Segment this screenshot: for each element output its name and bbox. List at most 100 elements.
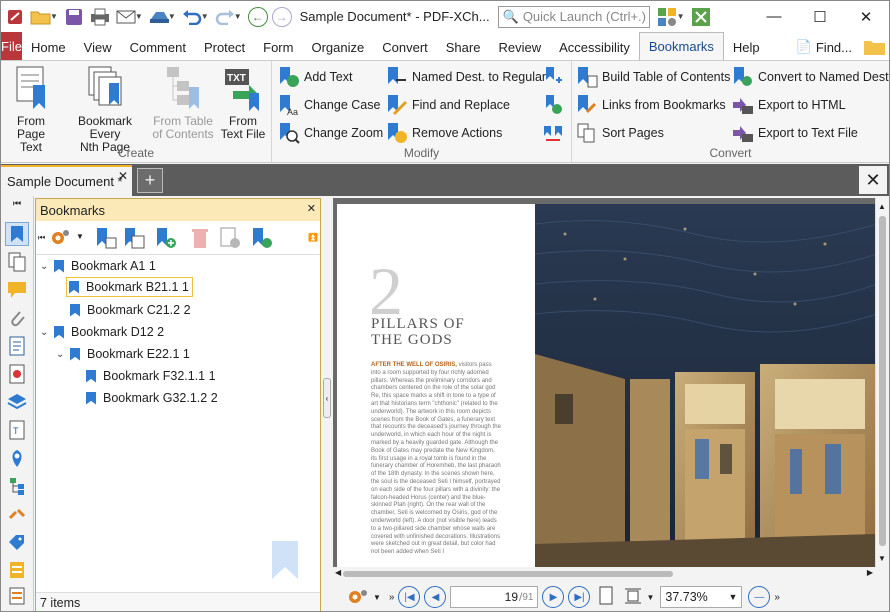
chevron-down-icon[interactable]: ⌄ — [56, 349, 70, 360]
last-page-button[interactable]: ▶| — [568, 586, 591, 608]
scroll-left-icon[interactable]: ◀ — [335, 568, 341, 577]
tree-item[interactable]: ⌄ Bookmark E22.1 1 — [56, 344, 190, 364]
order-pane-icon[interactable] — [5, 558, 29, 582]
close-document-icon[interactable]: ✕ — [859, 166, 887, 194]
chevron-down-icon[interactable]: ▼ — [135, 12, 143, 21]
thumbnails-pane-icon[interactable] — [5, 250, 29, 274]
find-replace-button[interactable]: Find and Replace — [386, 93, 510, 117]
destinations-pane-icon[interactable] — [5, 446, 29, 470]
options-gear-icon[interactable] — [48, 226, 72, 250]
tags-pane-icon[interactable]: T — [5, 418, 29, 442]
tab-review[interactable]: Review — [489, 34, 550, 60]
change-case-button[interactable]: Aa Change Case — [278, 93, 380, 117]
tab-home[interactable]: Home — [22, 34, 75, 60]
tab-accessibility[interactable]: Accessibility — [550, 34, 639, 60]
next-page-button[interactable]: ▶ — [542, 586, 565, 608]
signatures-pane-icon[interactable] — [5, 362, 29, 386]
links-from-bookmarks-button[interactable]: Links from Bookmarks — [576, 93, 726, 117]
double-chevron-icon[interactable]: » — [389, 592, 395, 603]
from-toc-button[interactable]: From Table of Contents — [151, 65, 215, 141]
forward-icon[interactable]: → — [271, 6, 292, 27]
tab-protect[interactable]: Protect — [195, 34, 254, 60]
tab-bookmarks[interactable]: Bookmarks — [638, 32, 724, 60]
sync-bookmark-icon[interactable] — [250, 226, 274, 250]
content-pane-icon[interactable] — [5, 334, 29, 358]
panel-splitter[interactable]: ‹ — [321, 198, 333, 611]
tab-help[interactable]: Help — [724, 34, 769, 60]
convert-named-button[interactable]: Convert to Named Dest. — [732, 65, 889, 89]
bookmark-every-nth-button[interactable]: Bookmark Every Nth Page — [61, 65, 149, 154]
vertical-scrollbar[interactable]: ▲ ▼ — [875, 198, 889, 567]
layers-pane-icon[interactable] — [5, 390, 29, 414]
toolbar-overflow-icon[interactable]: ⏫ — [308, 233, 318, 242]
add-bookmark-icon[interactable] — [154, 226, 178, 250]
build-toc-button[interactable]: Build Table of Contents — [576, 65, 730, 89]
chevron-down-icon[interactable]: ⌄ — [40, 327, 54, 338]
sidebar-collapse-icon[interactable]: ⏮ — [5, 198, 29, 208]
document-tab[interactable]: Sample Document * ✕ — [1, 165, 132, 196]
chevron-down-icon[interactable]: ▼ — [234, 12, 242, 21]
from-text-file-button[interactable]: TXT From Text File — [217, 65, 269, 141]
links-pane-icon[interactable] — [5, 502, 29, 526]
first-page-button[interactable]: |◀ — [398, 586, 421, 608]
fields-pane-icon[interactable] — [5, 584, 29, 608]
find-button[interactable]: 📄 Find... — [787, 34, 861, 60]
close-tab-icon[interactable]: ✕ — [118, 169, 128, 183]
new-child-bookmark-icon[interactable] — [122, 226, 146, 250]
chevron-down-icon[interactable]: ▼ — [677, 12, 685, 21]
add-text-button[interactable]: Add Text — [278, 65, 352, 89]
expand-bookmarks-button[interactable] — [542, 65, 568, 89]
chevron-down-icon[interactable]: ▼ — [201, 12, 209, 21]
tree-item[interactable]: Bookmark C21.2 2 — [70, 300, 191, 320]
chevron-down-icon[interactable]: ▼ — [76, 232, 84, 241]
single-page-icon[interactable] — [598, 586, 618, 608]
page-number-field[interactable]: 19/91 — [450, 586, 539, 608]
scroll-up-icon[interactable]: ▲ — [878, 202, 886, 211]
sort-pages-button[interactable]: Sort Pages — [576, 121, 664, 145]
named-to-regular-button[interactable]: Named Dest. to Regular — [386, 65, 546, 89]
document-viewer[interactable]: 2 PILLARS OF THE GODS AFTER THE WELL OF … — [333, 198, 875, 567]
tab-organize[interactable]: Organize — [302, 34, 373, 60]
zoom-select[interactable]: 37.73% ▼ — [660, 586, 743, 608]
close-panel-icon[interactable]: ✕ — [307, 202, 316, 215]
chevron-down-icon[interactable]: ▼ — [50, 12, 58, 21]
delete-bookmark-icon[interactable] — [188, 226, 212, 250]
remove-actions-button[interactable]: Remove Actions — [386, 121, 502, 145]
file-menu[interactable]: File — [1, 32, 22, 60]
chevron-down-icon[interactable]: ▼ — [168, 12, 176, 21]
zoom-out-button[interactable]: — — [748, 586, 771, 608]
tab-view[interactable]: View — [75, 34, 121, 60]
tag-pane-icon[interactable] — [5, 530, 29, 554]
export-text-button[interactable]: Export to Text File — [732, 121, 858, 145]
chevron-down-icon[interactable]: ▼ — [373, 593, 381, 602]
tab-convert[interactable]: Convert — [373, 34, 437, 60]
comments-pane-icon[interactable] — [5, 278, 29, 302]
quick-launch-input[interactable]: 🔍 Quick Launch (Ctrl+.) — [497, 5, 650, 28]
minimize-icon[interactable]: — — [751, 1, 797, 32]
chevron-down-icon[interactable]: ▼ — [646, 593, 654, 602]
attachments-pane-icon[interactable] — [5, 306, 29, 330]
fit-page-icon[interactable] — [624, 586, 644, 608]
print-icon[interactable] — [88, 5, 112, 29]
tree-item[interactable]: Bookmark F32.1.1 1 — [86, 366, 216, 386]
horizontal-scrollbar[interactable]: ◀ ▶ — [333, 567, 875, 581]
properties-icon[interactable] — [218, 226, 242, 250]
tree-item-selected[interactable]: Bookmark B21.1 1 — [66, 277, 193, 297]
collapse-panel-icon[interactable]: ‹ — [323, 378, 331, 418]
check-bookmarks-button[interactable] — [542, 93, 568, 117]
vertical-scroll-thumb[interactable] — [879, 216, 886, 546]
back-icon[interactable]: ← — [247, 6, 268, 27]
previous-page-button[interactable]: ◀ — [424, 586, 447, 608]
new-tab-button[interactable]: + — [137, 168, 163, 193]
change-zoom-button[interactable]: Change Zoom — [278, 121, 383, 145]
app-logo-icon[interactable] — [3, 5, 27, 29]
fullscreen-icon[interactable] — [689, 5, 713, 29]
tab-form[interactable]: Form — [254, 34, 302, 60]
export-html-button[interactable]: Export to HTML — [732, 93, 846, 117]
horizontal-scroll-thumb[interactable] — [343, 571, 673, 577]
status-options-gear-icon[interactable] — [345, 585, 371, 609]
new-bookmark-icon[interactable] — [94, 226, 118, 250]
bookmarks-pane-icon[interactable] — [5, 222, 29, 246]
swap-bookmarks-button[interactable] — [542, 121, 568, 145]
tab-comment[interactable]: Comment — [121, 34, 195, 60]
